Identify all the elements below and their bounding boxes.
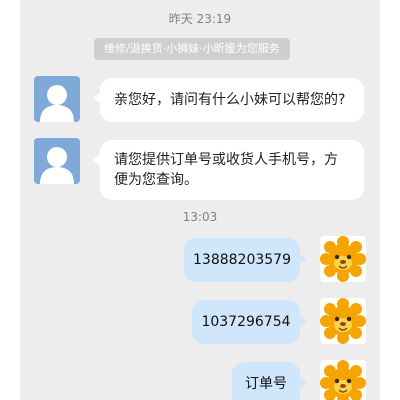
incoming-message[interactable]: 亲您好，请问有什么小妹可以帮您的? xyxy=(93,78,364,122)
lion-mascot-avatar-icon[interactable] xyxy=(320,298,366,344)
lion-mascot-avatar-icon[interactable] xyxy=(320,360,366,400)
outgoing-message[interactable]: 1037296754 xyxy=(192,300,307,344)
timestamp: 昨天 23:19 xyxy=(168,12,232,26)
outgoing-message[interactable]: 13888203579 xyxy=(184,238,307,282)
outgoing-message[interactable]: 订单号 xyxy=(232,362,307,400)
agent-avatar-icon[interactable] xyxy=(34,138,80,184)
agent-avatar-icon[interactable] xyxy=(34,76,80,122)
timestamp: 13:03 xyxy=(182,210,218,224)
incoming-message[interactable]: 请您提供订单号或收货人手机号，方便为您查询。 xyxy=(93,140,364,200)
service-notice-badge: 维修/退换货·小狮妹·小昕媛为您服务 xyxy=(94,38,290,60)
lion-mascot-avatar-icon[interactable] xyxy=(320,236,366,282)
chat-window[interactable]: 昨天 23:19 维修/退换货·小狮妹·小昕媛为您服务 亲您好，请问有什么小妹可… xyxy=(20,0,380,400)
